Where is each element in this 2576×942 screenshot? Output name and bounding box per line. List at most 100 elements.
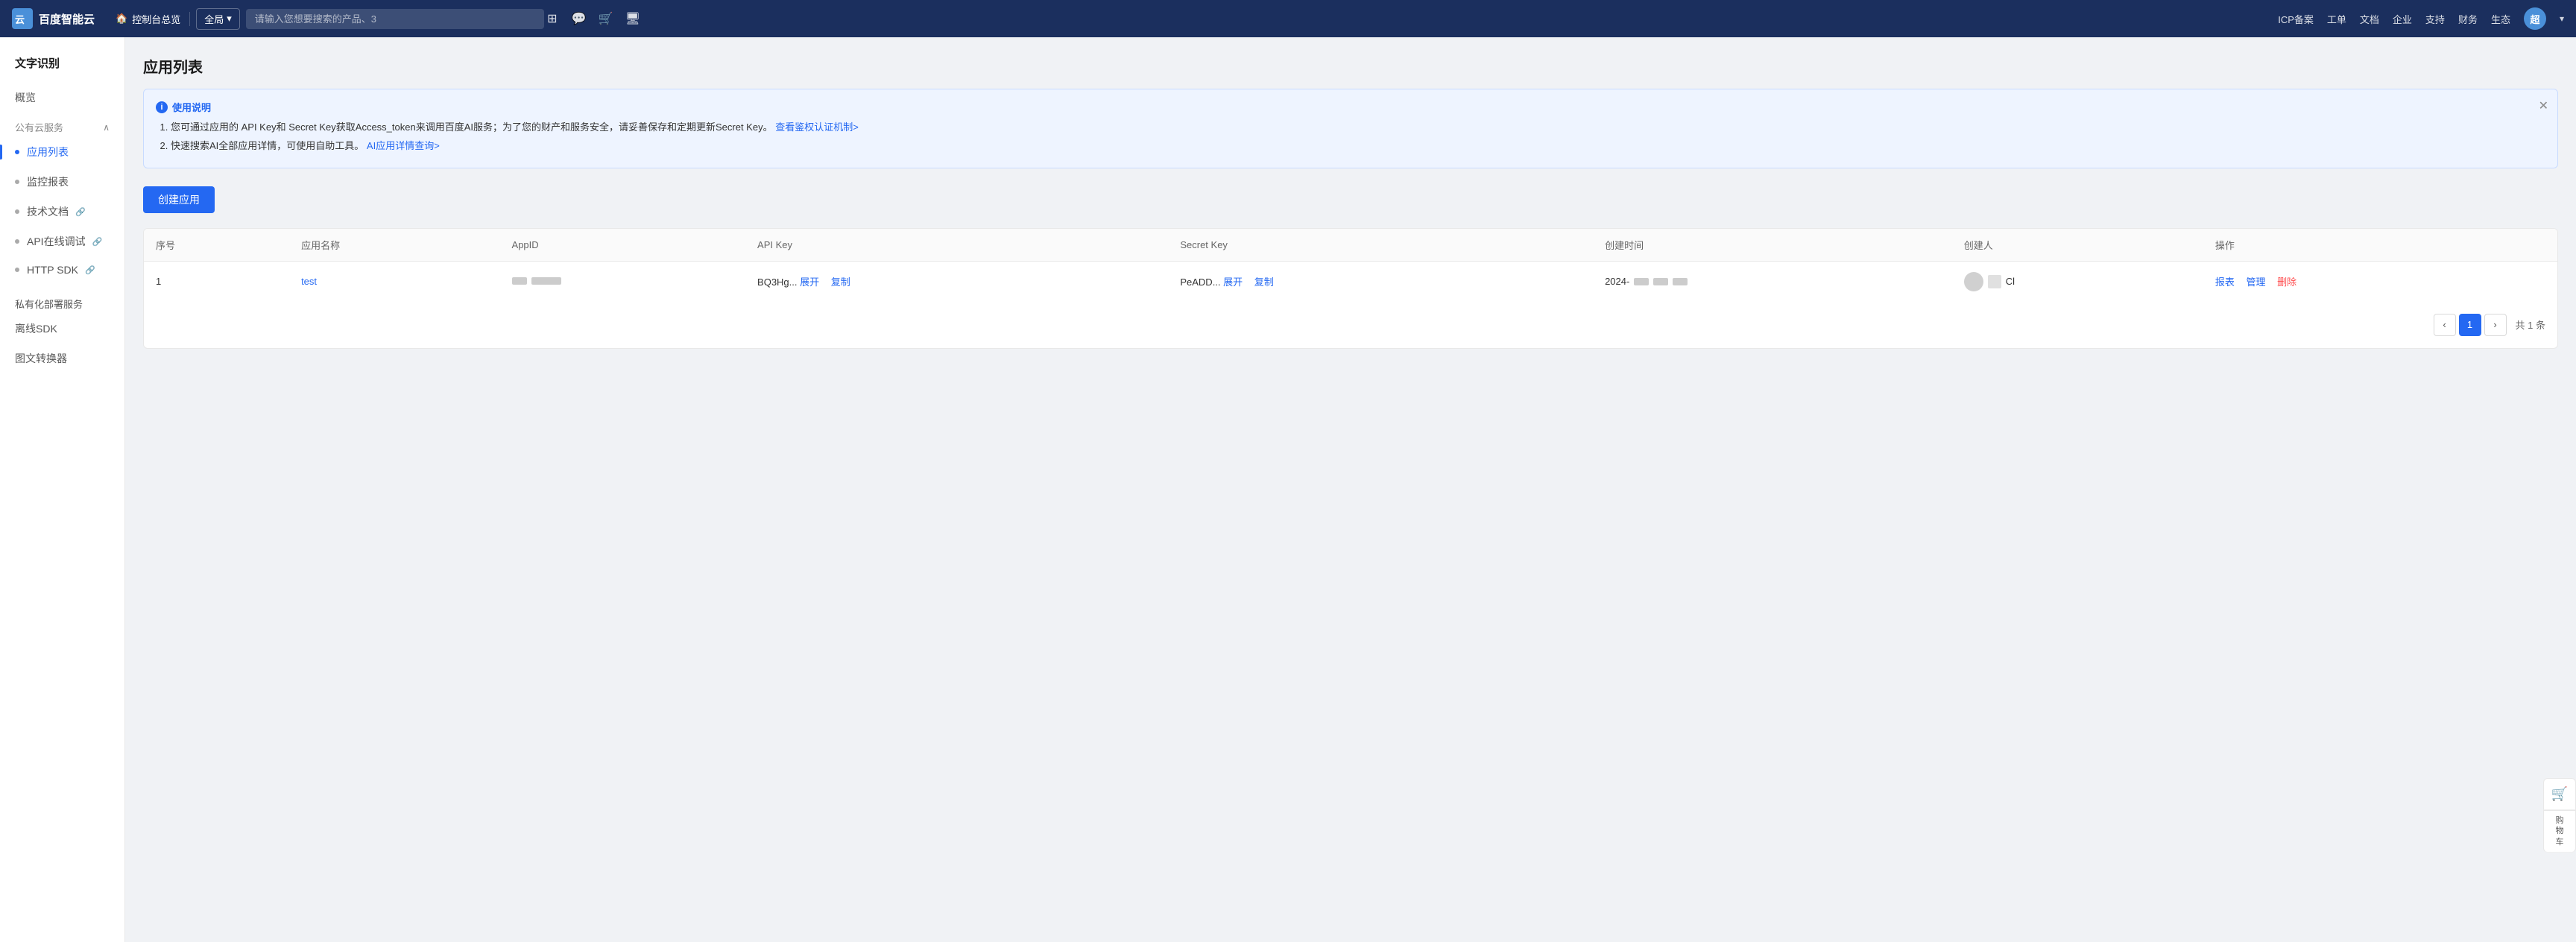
action-report-link[interactable]: 报表: [2215, 276, 2235, 288]
col-appid: AppID: [500, 229, 746, 262]
avatar[interactable]: 超: [2524, 7, 2546, 30]
active-dot: [15, 150, 19, 154]
chat-icon[interactable]: 💬: [571, 10, 587, 27]
nav-enterprise[interactable]: 企业: [2393, 12, 2412, 26]
action-manage-link[interactable]: 管理: [2247, 276, 2266, 288]
appid-masked: [512, 277, 561, 285]
cell-actions: 报表 管理 删除: [2203, 261, 2557, 302]
secretkey-expand-link[interactable]: 展开: [1223, 276, 1243, 288]
info-banner-title: 使用说明: [172, 100, 211, 114]
brand-name: 百度智能云: [39, 11, 95, 27]
search-container: [246, 9, 544, 29]
sidebar-item-offline-sdk[interactable]: 离线SDK: [0, 314, 124, 344]
grid-icon[interactable]: ⊞: [544, 10, 561, 27]
nav-icp[interactable]: ICP备案: [2278, 12, 2314, 26]
logo-icon: 云: [12, 8, 33, 29]
sidebar-label-doc-converter: 图文转换器: [15, 351, 67, 366]
secretkey-copy-link[interactable]: 复制: [1254, 276, 1274, 288]
sidebar-item-app-list[interactable]: 应用列表: [0, 137, 124, 167]
sidebar: 文字识别 概览 公有云服务 ∧ 应用列表 监控报表 技术文档 🔗 API在线调试…: [0, 37, 125, 942]
sidebar-label-private-deploy: 私有化部署服务: [15, 297, 83, 311]
mask-appid-2: [531, 277, 561, 285]
next-page-button[interactable]: ›: [2484, 314, 2507, 336]
info-banner: i 使用说明 您可通过应用的 API Key和 Secret Key获取Acce…: [143, 89, 2558, 168]
cell-appid: [500, 261, 746, 302]
info-icon: i: [156, 101, 168, 113]
col-apikey: API Key: [745, 229, 1168, 262]
scope-label: 全局: [204, 12, 224, 26]
logo[interactable]: 云 百度智能云: [12, 8, 95, 29]
cell-index: 1: [144, 261, 289, 302]
dot-tech-docs: [15, 209, 19, 214]
app-name-link[interactable]: test: [301, 276, 317, 287]
secretkey-prefix: PeADD...: [1180, 276, 1223, 288]
action-delete-link[interactable]: 删除: [2277, 276, 2296, 288]
info-banner-list: 您可通过应用的 API Key和 Secret Key获取Access_toke…: [156, 120, 2545, 154]
sidebar-item-tech-docs[interactable]: 技术文档 🔗: [0, 197, 124, 227]
nav-ecosystem[interactable]: 生态: [2491, 12, 2510, 26]
col-actions: 操作: [2203, 229, 2557, 262]
sidebar-label-tech-docs: 技术文档: [27, 204, 69, 219]
col-secretkey: Secret Key: [1168, 229, 1593, 262]
pagination: ‹ 1 › 共 1 条: [144, 302, 2557, 348]
nav-docs[interactable]: 文档: [2360, 12, 2379, 26]
sidebar-item-http-sdk[interactable]: HTTP SDK 🔗: [0, 256, 124, 283]
sidebar-title: 文字识别: [0, 49, 124, 83]
app-table-container: 序号 应用名称 AppID API Key Secret Key 创建时间 创建…: [143, 228, 2558, 349]
float-btn-cart-label[interactable]: 购物车: [2543, 810, 2576, 853]
table-header: 序号 应用名称 AppID API Key Secret Key 创建时间 创建…: [144, 229, 2557, 262]
sidebar-item-private-deploy[interactable]: 私有化部署服务: [0, 289, 124, 314]
apikey-prefix: BQ3Hg...: [757, 276, 800, 288]
scope-selector[interactable]: 全局 ▾: [196, 8, 240, 30]
page-total: 共 1 条: [2516, 317, 2545, 332]
apikey-copy-link[interactable]: 复制: [831, 276, 850, 288]
screen-icon[interactable]: 🖥: [625, 10, 641, 27]
nav-ticket[interactable]: 工单: [2327, 12, 2346, 26]
sidebar-group-cloud[interactable]: 公有云服务 ∧: [0, 113, 124, 137]
mask-date-3: [1673, 278, 1688, 285]
cell-creator: Cl: [1952, 261, 2203, 302]
page-1-button[interactable]: 1: [2459, 314, 2481, 336]
sidebar-item-doc-converter[interactable]: 图文转换器: [0, 344, 124, 373]
external-link-icon-sdk: 🔗: [85, 265, 95, 275]
dot-http-sdk: [15, 268, 19, 272]
dot-api-debug: [15, 239, 19, 244]
search-input[interactable]: [246, 9, 544, 29]
sidebar-item-overview[interactable]: 概览: [0, 83, 124, 113]
app-table: 序号 应用名称 AppID API Key Secret Key 创建时间 创建…: [144, 229, 2557, 302]
apikey-expand-link[interactable]: 展开: [800, 276, 819, 288]
svg-text:云: 云: [15, 14, 25, 25]
control-overview[interactable]: 🏠 控制台总览: [107, 12, 190, 26]
sidebar-item-api-debug[interactable]: API在线调试 🔗: [0, 227, 124, 256]
create-app-button[interactable]: 创建应用: [143, 186, 215, 213]
chevron-down-icon-avatar[interactable]: ▾: [2560, 13, 2564, 24]
prev-page-button[interactable]: ‹: [2434, 314, 2456, 336]
chevron-down-icon: ▾: [227, 13, 232, 25]
cart-icon[interactable]: 🛒: [598, 10, 614, 27]
page-title: 应用列表: [143, 55, 2558, 77]
top-nav: 云 百度智能云 🏠 控制台总览 全局 ▾ ⊞ 💬 🛒 🖥 ICP备案 工单 文档…: [0, 0, 2576, 37]
nav-icon-group: ⊞ 💬 🛒 🖥: [544, 10, 641, 27]
auth-link[interactable]: 查看鉴权认证机制>: [775, 121, 859, 133]
float-btn-order[interactable]: 🛒: [2543, 778, 2576, 810]
cell-secretkey: PeADD... 展开 复制: [1168, 261, 1593, 302]
mask-date-1: [1634, 278, 1649, 285]
float-panel: 🛒 购物车: [2543, 778, 2576, 853]
sidebar-section-private: 私有化部署服务 离线SDK 图文转换器: [0, 289, 124, 373]
table-body: 1 test BQ3Hg... 展开: [144, 261, 2557, 302]
nav-finance[interactable]: 财务: [2458, 12, 2478, 26]
cell-name: test: [289, 261, 499, 302]
created-prefix: 2024-: [1605, 276, 1629, 287]
mask-appid-1: [512, 277, 527, 285]
sidebar-label-http-sdk: HTTP SDK: [27, 264, 78, 276]
close-icon[interactable]: ✕: [2539, 98, 2548, 113]
info-banner-header: i 使用说明: [156, 100, 2545, 114]
app-detail-link[interactable]: AI应用详情查询>: [367, 140, 440, 151]
col-creator: 创建人: [1952, 229, 2203, 262]
creator-avatar: [1964, 272, 1983, 291]
external-link-icon-api: 🔗: [92, 237, 103, 247]
nav-support[interactable]: 支持: [2425, 12, 2445, 26]
sidebar-item-monitor[interactable]: 监控报表: [0, 167, 124, 197]
creator-doc-icon: [1988, 275, 2001, 288]
sidebar-group-cloud-label: 公有云服务: [15, 120, 63, 134]
